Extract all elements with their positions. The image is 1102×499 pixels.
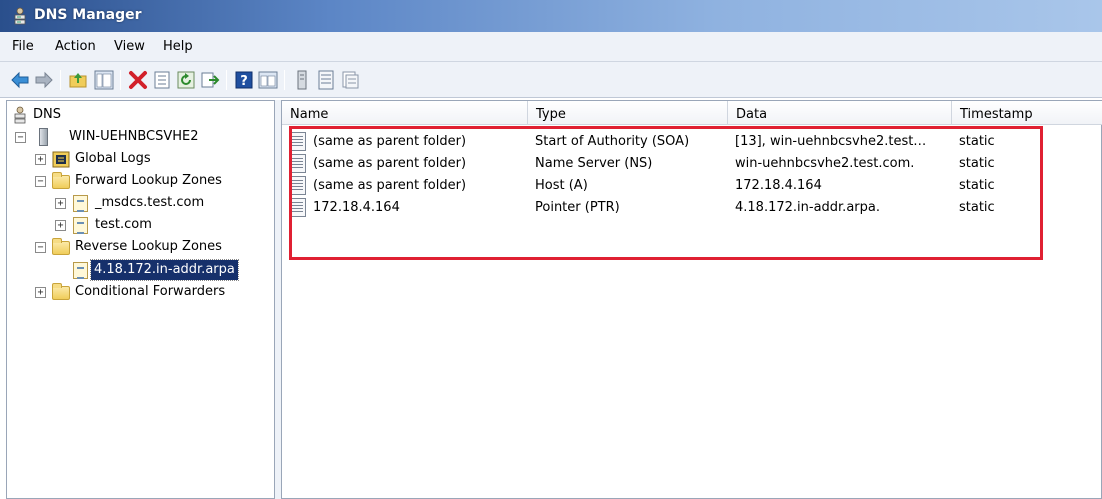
collapse-icon[interactable]: − xyxy=(35,176,46,187)
refresh-icon[interactable] xyxy=(176,70,196,90)
tree-label-conditional-forwarders: Conditional Forwarders xyxy=(75,284,226,299)
record-name: (same as parent folder) xyxy=(313,156,467,171)
expand-icon[interactable]: + xyxy=(35,287,46,298)
menu-help[interactable]: Help xyxy=(163,39,193,54)
record-data: 4.18.172.in-addr.arpa. xyxy=(735,200,880,215)
tree-label-msdcs: _msdcs.test.com xyxy=(95,195,205,210)
menu-bar: File Action View Help xyxy=(0,32,1102,62)
expand-icon[interactable]: + xyxy=(35,154,46,165)
tree-label-global-logs: Global Logs xyxy=(75,151,151,166)
up-folder-icon[interactable] xyxy=(68,70,88,90)
properties-icon[interactable] xyxy=(152,70,172,90)
column-header-timestamp[interactable]: Timestamp xyxy=(952,101,1102,125)
record-timestamp: static xyxy=(959,200,995,215)
table-row[interactable]: 172.18.4.164 Pointer (PTR) 4.18.172.in-a… xyxy=(282,197,1102,219)
tree-label-dns: DNS xyxy=(33,107,61,122)
collapse-icon[interactable]: − xyxy=(15,132,26,143)
record-type: Start of Authority (SOA) xyxy=(535,134,690,149)
dns-record-icon xyxy=(289,176,306,195)
export-list-icon[interactable] xyxy=(200,70,220,90)
records-list[interactable]: Name Type Data Timestamp (same as parent… xyxy=(281,100,1102,499)
expand-icon[interactable]: + xyxy=(55,198,66,209)
record-type: Host (A) xyxy=(535,178,588,193)
window-title: DNS Manager xyxy=(34,7,142,23)
dns-record-icon xyxy=(289,198,306,217)
table-row[interactable]: (same as parent folder) Name Server (NS)… xyxy=(282,153,1102,175)
column-header-type[interactable]: Type xyxy=(528,101,728,125)
record-data: win-uehnbcsvhe2.test.com. xyxy=(735,156,915,171)
tree-label-server: WIN-UEHNBCSVHE2 xyxy=(69,129,199,144)
dns-app-icon xyxy=(14,7,26,25)
server-icon xyxy=(39,128,48,146)
tree-node-msdcs[interactable]: + _msdcs.test.com xyxy=(11,193,251,213)
title-bar: DNS Manager xyxy=(0,0,1102,32)
toolbar-separator xyxy=(284,70,285,90)
record-timestamp: static xyxy=(959,178,995,193)
help-icon[interactable]: ? xyxy=(234,70,254,90)
expand-icon[interactable]: + xyxy=(55,220,66,231)
tree-label-forward-lookup-zones: Forward Lookup Zones xyxy=(75,173,222,188)
svg-text:?: ? xyxy=(240,74,248,89)
column-header-name[interactable]: Name xyxy=(282,101,528,125)
record-type: Pointer (PTR) xyxy=(535,200,620,215)
record-timestamp: static xyxy=(959,156,995,171)
folder-icon xyxy=(52,172,70,189)
tree-node-global-logs[interactable]: + Global Logs xyxy=(11,149,251,169)
console-tree-icon[interactable] xyxy=(258,70,278,90)
record-name: (same as parent folder) xyxy=(313,178,467,193)
menu-view[interactable]: View xyxy=(114,39,145,54)
folder-icon xyxy=(52,283,70,300)
forward-arrow-icon[interactable] xyxy=(34,70,54,90)
dns-root-icon xyxy=(14,106,26,124)
collapse-icon[interactable]: − xyxy=(35,242,46,253)
column-header-data[interactable]: Data xyxy=(728,101,952,125)
tree-label-test-com: test.com xyxy=(95,217,152,232)
dns-record-icon xyxy=(289,132,306,151)
tree-label-reverse-lookup-zones: Reverse Lookup Zones xyxy=(75,239,222,254)
tree-node-test-com[interactable]: + test.com xyxy=(11,215,251,235)
tree-node-reverse-zone-selected[interactable]: 4.18.172.in-addr.arpa xyxy=(11,259,273,281)
back-arrow-icon[interactable] xyxy=(10,70,30,90)
show-hide-tree-icon[interactable] xyxy=(94,70,114,90)
record-timestamp: static xyxy=(959,134,995,149)
record-data: [13], win-uehnbcsvhe2.test… xyxy=(735,134,927,149)
folder-icon xyxy=(52,238,70,255)
zone-icon xyxy=(73,262,88,279)
tree-node-server[interactable]: − WIN-UEHNBCSVHE2 xyxy=(11,127,251,147)
toolbar-separator xyxy=(60,70,61,90)
record-name: (same as parent folder) xyxy=(313,134,467,149)
tree-node-forward-lookup-zones[interactable]: − Forward Lookup Zones xyxy=(11,171,271,191)
table-row[interactable]: (same as parent folder) Start of Authori… xyxy=(282,131,1102,153)
server-icon[interactable] xyxy=(292,70,312,90)
menu-action[interactable]: Action xyxy=(55,39,96,54)
toolbar: ? xyxy=(0,62,1102,98)
tree-node-dns[interactable]: DNS xyxy=(11,105,131,125)
zone-icon xyxy=(73,217,88,234)
delete-icon[interactable] xyxy=(128,70,148,90)
zone-icon xyxy=(73,195,88,212)
record-data: 172.18.4.164 xyxy=(735,178,822,193)
event-log-icon xyxy=(52,151,70,168)
zone-list-icon[interactable] xyxy=(316,70,336,90)
zone-properties-icon[interactable] xyxy=(340,70,360,90)
table-row[interactable]: (same as parent folder) Host (A) 172.18.… xyxy=(282,175,1102,197)
tree-node-reverse-lookup-zones[interactable]: − Reverse Lookup Zones xyxy=(11,237,271,257)
toolbar-separator xyxy=(120,70,121,90)
toolbar-separator xyxy=(226,70,227,90)
record-type: Name Server (NS) xyxy=(535,156,653,171)
console-tree[interactable]: DNS − WIN-UEHNBCSVHE2 + Global Logs − Fo… xyxy=(6,100,275,499)
tree-label-reverse-zone: 4.18.172.in-addr.arpa xyxy=(90,259,239,281)
menu-file[interactable]: File xyxy=(12,39,34,54)
record-name: 172.18.4.164 xyxy=(313,200,400,215)
dns-record-icon xyxy=(289,154,306,173)
tree-node-conditional-forwarders[interactable]: + Conditional Forwarders xyxy=(11,282,271,302)
